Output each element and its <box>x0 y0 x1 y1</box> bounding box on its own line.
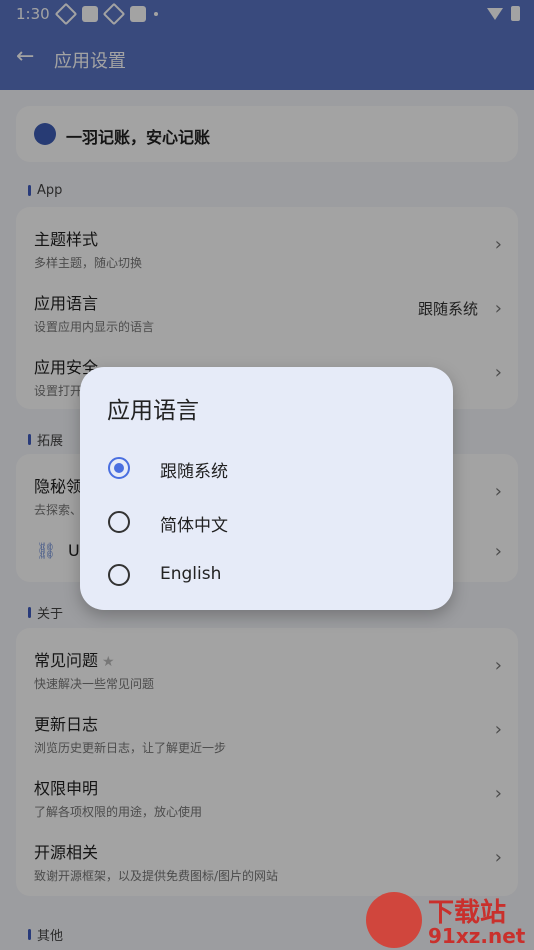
watermark-logo-icon <box>366 892 422 948</box>
option-label: 跟随系统 <box>160 462 228 482</box>
watermark-text-bottom: 91xz.net <box>428 924 526 948</box>
language-option-english[interactable]: English <box>80 550 453 600</box>
dialog-title: 应用语言 <box>107 398 199 424</box>
language-dialog: 应用语言 跟随系统 简体中文 English <box>80 367 453 610</box>
radio-selected-icon[interactable] <box>108 457 130 479</box>
language-option-follow-system[interactable]: 跟随系统 <box>80 443 453 493</box>
language-option-simplified-chinese[interactable]: 简体中文 <box>80 497 453 547</box>
option-label: 简体中文 <box>160 516 228 536</box>
option-label: English <box>160 564 222 584</box>
radio-unselected-icon[interactable] <box>108 564 130 586</box>
site-watermark: 下载站 91xz.net <box>364 890 534 950</box>
radio-unselected-icon[interactable] <box>108 511 130 533</box>
